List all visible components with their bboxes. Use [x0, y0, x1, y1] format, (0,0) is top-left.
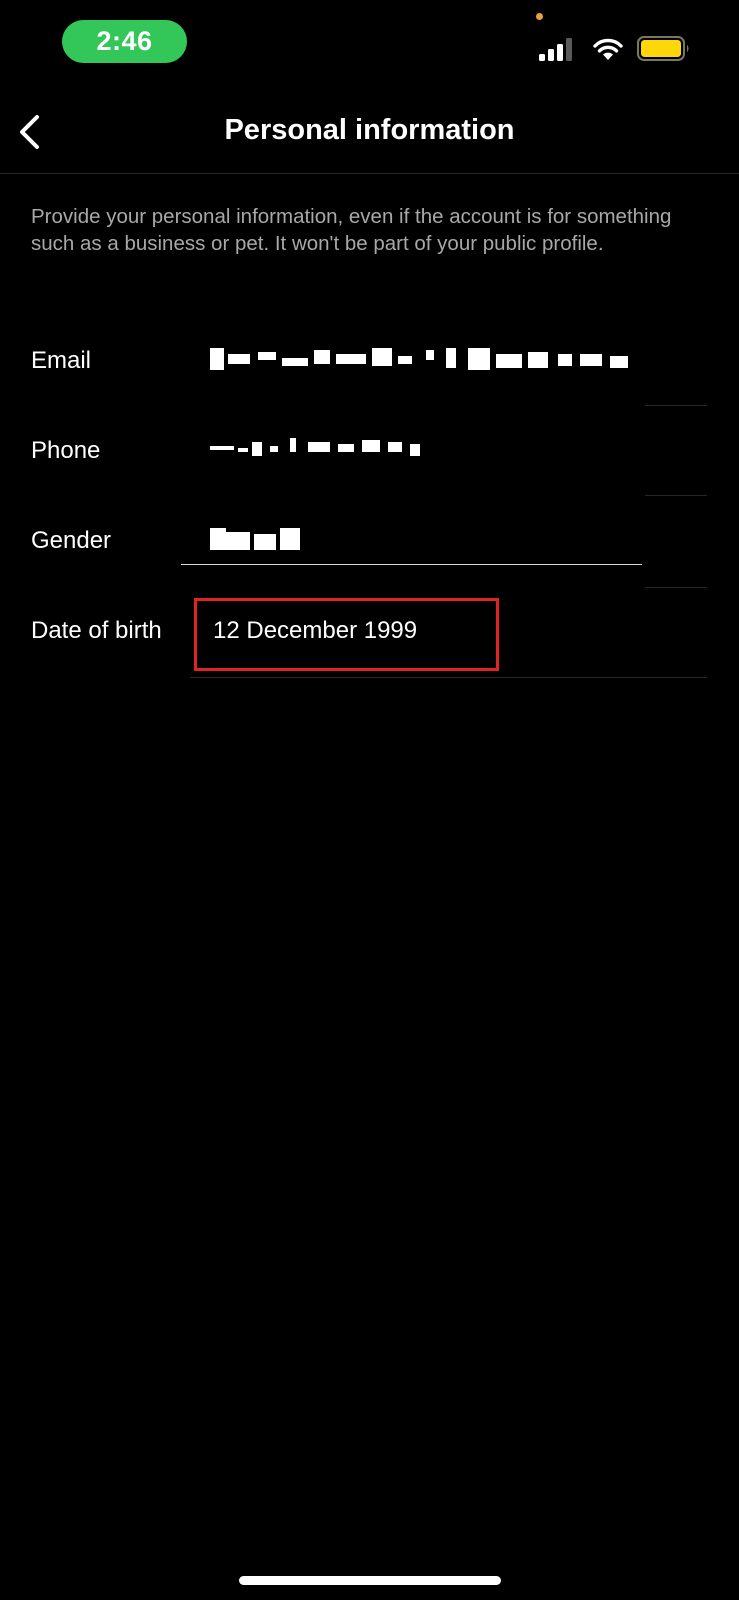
email-value-redacted[interactable]	[210, 348, 630, 370]
header: Personal information	[0, 95, 739, 174]
signal-icon	[539, 37, 577, 61]
row-divider	[190, 677, 707, 678]
date-of-birth-label: Date of birth	[31, 617, 162, 644]
row-divider	[645, 405, 707, 406]
gender-value-redacted[interactable]	[210, 528, 306, 550]
row-divider	[645, 495, 707, 496]
home-indicator[interactable]	[239, 1576, 501, 1585]
gender-label: Gender	[31, 527, 112, 554]
gender-row[interactable]: Gender	[0, 498, 739, 588]
annotation-highlight-box	[194, 598, 499, 671]
gender-field-underline	[181, 564, 642, 565]
phone-label: Phone	[31, 437, 101, 464]
phone-value-redacted[interactable]	[210, 438, 440, 460]
battery-icon	[637, 36, 689, 61]
page-title: Personal information	[224, 114, 515, 146]
camera-indicator-dot	[536, 13, 543, 20]
status-time: 2:46	[62, 20, 187, 63]
status-bar: 2:46	[0, 0, 739, 92]
phone-row[interactable]: Phone	[0, 408, 739, 498]
description-text: Provide your personal information, even …	[31, 205, 672, 255]
email-label: Email	[31, 347, 92, 374]
wifi-icon	[593, 38, 623, 60]
email-row[interactable]: Email	[0, 318, 739, 408]
